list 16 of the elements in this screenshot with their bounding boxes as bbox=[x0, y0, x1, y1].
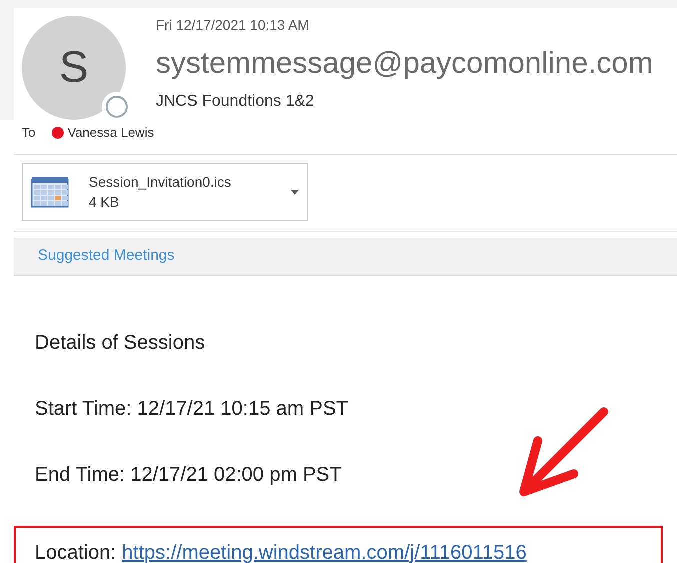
sender-avatar: S bbox=[22, 16, 126, 120]
calendar-file-icon bbox=[31, 176, 69, 208]
to-label: To bbox=[22, 124, 36, 142]
meeting-link[interactable]: https://meeting.windstream.com/j/1116011516 bbox=[122, 538, 527, 563]
attachment-name: Session_Invitation0.ics bbox=[89, 173, 232, 192]
body-text: Start Time: 12/17/21 10:15 am PST bbox=[35, 398, 348, 420]
attachment-size: 4 KB bbox=[89, 193, 120, 212]
recipient-name[interactable]: Vanessa Lewis bbox=[68, 123, 154, 143]
body-text: Details of Sessions bbox=[35, 332, 206, 354]
message-date: Fri 12/17/2021 10:13 AM bbox=[156, 16, 310, 34]
sender-address: systemmessage@paycomonline.com bbox=[156, 46, 654, 82]
dropdown-caret-icon[interactable] bbox=[291, 190, 299, 194]
attachment-card[interactable]: Session_Invitation0.ics 4 KB bbox=[22, 163, 308, 221]
body-text: End Time: 12/17/21 02:00 pm PST bbox=[35, 464, 342, 486]
message-subject: JNCS Foundtions 1&2 bbox=[156, 92, 316, 112]
location-label: Location: bbox=[35, 541, 116, 563]
